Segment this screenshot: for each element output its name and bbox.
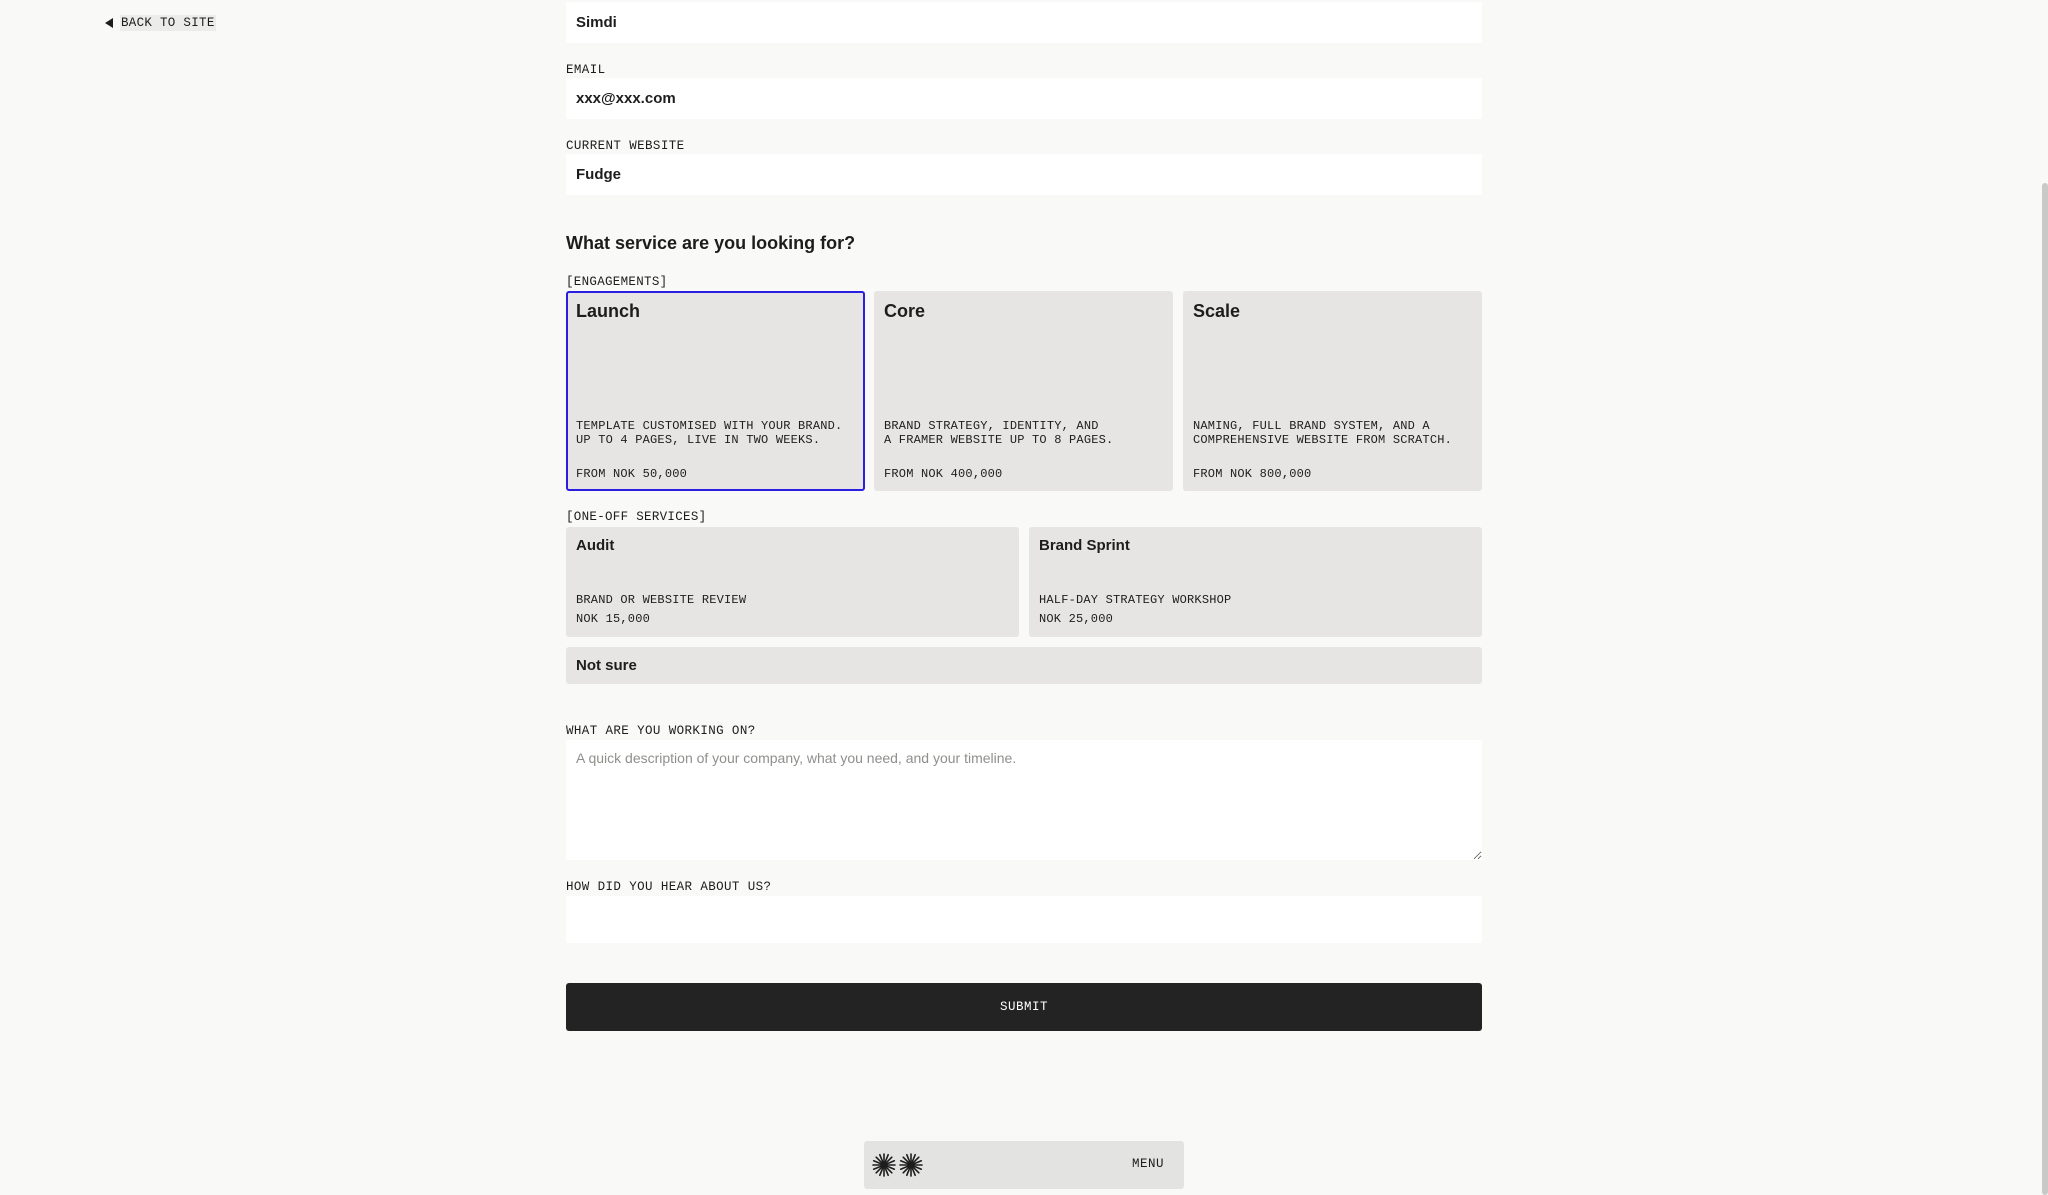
oneoff-description: BRAND OR WEBSITE REVIEW [576,593,747,607]
menu-button[interactable]: MENU [1132,1157,1164,1171]
oneoff-price: NOK 25,000 [1039,612,1114,626]
back-to-site-label: BACK TO SITE [120,15,216,31]
bottom-menubar: MENU [864,1141,1184,1189]
working-on-textarea[interactable] [566,740,1482,860]
asterisk-burst-icon[interactable] [872,1153,926,1177]
not-sure-label: Not sure [576,657,637,674]
oneoff-name: Brand Sprint [1039,537,1130,554]
email-input[interactable] [566,78,1482,119]
page-scrollbar[interactable] [2042,183,2048,1195]
back-to-site-link[interactable]: BACK TO SITE [105,15,216,31]
engagement-price: FROM NOK 50,000 [576,467,688,481]
hear-about-label: HOW DID YOU HEAR ABOUT US? [566,880,772,894]
oneoff-price: NOK 15,000 [576,612,651,626]
not-sure-option[interactable]: Not sure [566,647,1482,684]
oneoff-description: HALF-DAY STRATEGY WORKSHOP [1039,593,1232,607]
engagement-price: FROM NOK 400,000 [884,467,1003,481]
engagement-name: Core [884,301,926,321]
engagement-card-core[interactable]: Core BRAND STRATEGY, IDENTITY, AND A FRA… [874,291,1173,491]
engagements-label: [ENGAGEMENTS] [566,275,668,289]
hear-about-input[interactable] [566,896,1482,943]
engagement-name: Scale [1193,301,1241,321]
submit-button[interactable]: SUBMIT [566,983,1482,1031]
name-input[interactable] [566,2,1482,43]
engagement-name: Launch [576,301,641,321]
working-on-label: WHAT ARE YOU WORKING ON? [566,724,756,738]
engagement-card-scale[interactable]: Scale NAMING, FULL BRAND SYSTEM, AND A C… [1183,291,1482,491]
oneoff-card-audit[interactable]: Audit BRAND OR WEBSITE REVIEW NOK 15,000 [566,527,1019,637]
email-label: EMAIL [566,63,606,77]
service-section-title: What service are you looking for? [566,233,856,253]
website-label: CURRENT WEBSITE [566,139,685,153]
oneoff-services-label: [ONE-OFF SERVICES] [566,510,707,524]
engagement-description: BRAND STRATEGY, IDENTITY, AND A FRAMER W… [884,419,1114,447]
website-input[interactable] [566,154,1482,195]
oneoff-card-brand-sprint[interactable]: Brand Sprint HALF-DAY STRATEGY WORKSHOP … [1029,527,1482,637]
oneoff-name: Audit [576,537,615,554]
engagement-card-launch[interactable]: Launch TEMPLATE CUSTOMISED WITH YOUR BRA… [566,291,865,491]
engagement-price: FROM NOK 800,000 [1193,467,1312,481]
back-arrow-icon [105,18,113,28]
engagement-description: NAMING, FULL BRAND SYSTEM, AND A COMPREH… [1193,419,1453,447]
engagement-description: TEMPLATE CUSTOMISED WITH YOUR BRAND. UP … [576,419,843,447]
